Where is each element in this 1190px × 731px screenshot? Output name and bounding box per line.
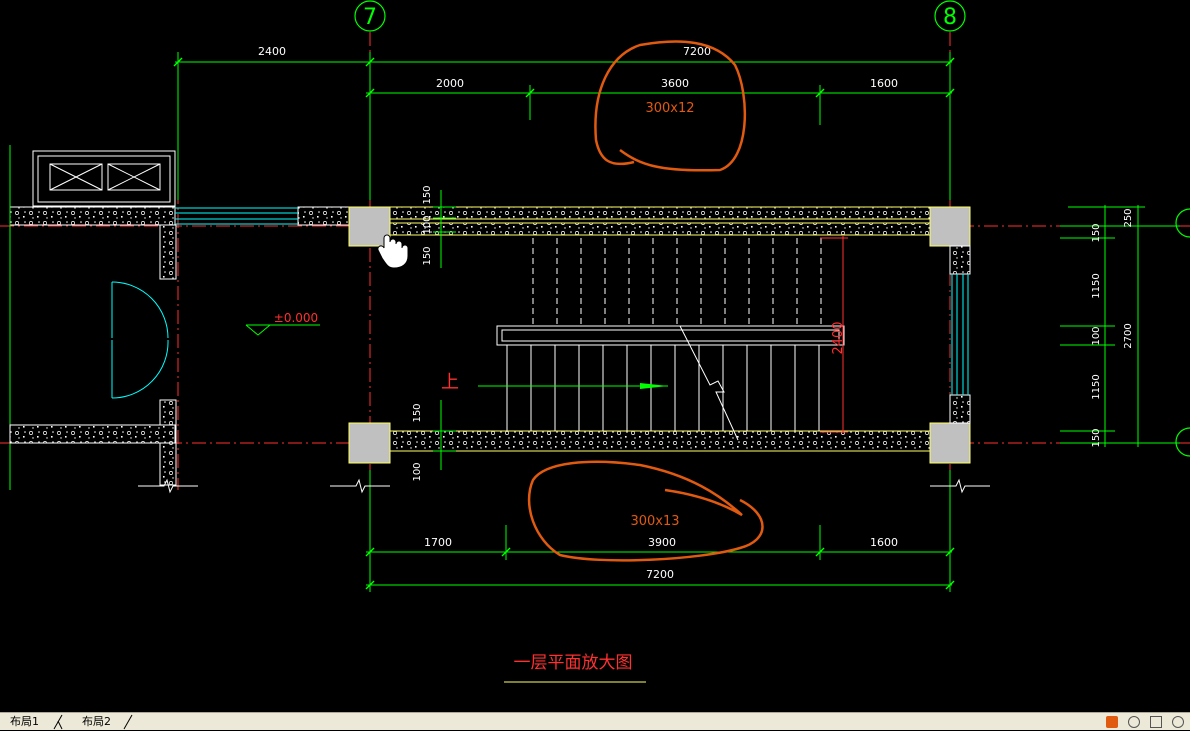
app-tray-icon[interactable] (1106, 716, 1118, 728)
wall-lower-main (389, 430, 931, 452)
tab-layout-1[interactable]: 布局1 (4, 714, 45, 730)
dim-top-seg3: 1600 (870, 77, 898, 90)
axis-bubble-right-top (1175, 208, 1190, 238)
keyboard-icon[interactable] (1150, 716, 1162, 728)
dim-top-seg2: 3600 (661, 77, 689, 90)
dim-right-e: 150 (1091, 428, 1102, 447)
elevation-marker-icon (245, 324, 272, 336)
dim-bottom-seg1: 1700 (424, 536, 452, 549)
layout-tab-bar: 布局1 布局2 (0, 712, 1190, 730)
up-label: 上 (441, 372, 459, 393)
axis-label-8: 8 (943, 5, 957, 30)
wall-right-stub-upper (949, 245, 971, 275)
wall-upper-mid (297, 206, 351, 226)
dim-bottom-seg3: 1600 (870, 536, 898, 549)
annotation-top-steps: 300x12 (645, 101, 694, 116)
dim-bottom-seg2: 3900 (648, 536, 676, 549)
axis-bubble-right-bottom (1175, 427, 1190, 457)
elevation-label: ±0.000 (274, 311, 318, 325)
dim-right-b: 1150 (1091, 273, 1102, 298)
dim-left-span: 2400 (258, 45, 286, 58)
drawing-title: 一层平面放大图 (514, 653, 633, 673)
top-dim-ticks (173, 57, 955, 98)
tab-separator-icon (123, 714, 133, 730)
dim-top-seg1: 2000 (436, 77, 464, 90)
stair-treads-upper (532, 238, 822, 326)
dim-bottom-overall: 7200 (646, 568, 674, 581)
wall-thickness-dims (433, 190, 456, 470)
dim-wall-upper-150b: 150 (422, 246, 433, 265)
markup-circle-bottom (527, 460, 764, 562)
floor-plan-drawing: 7 8 2400 7200 2000 3600 1600 2400 上 ±0.0… (0, 0, 1190, 683)
stair-break-line (679, 325, 739, 441)
wall-lower-left (9, 424, 176, 444)
system-tray (1106, 715, 1184, 729)
dim-wall-upper-150: 150 (422, 185, 433, 204)
annotation-bottom-steps: 300x13 (630, 514, 679, 529)
double-door (111, 281, 169, 399)
tab-separator-icon (53, 714, 63, 730)
columns (348, 206, 971, 464)
equipment-box (32, 150, 176, 207)
dim-wall-lower-150: 150 (412, 403, 423, 422)
axis-bubble-8: 8 (934, 0, 966, 32)
dim-right-d: 1150 (1091, 374, 1102, 399)
wall-upper-left (9, 206, 176, 226)
stair-treads-lower (506, 345, 820, 431)
dim-wall-upper-100: 100 (422, 215, 433, 234)
dim-right-a: 150 (1091, 223, 1102, 242)
stair-handrail (496, 325, 845, 346)
break-symbols (138, 478, 990, 494)
tab-layout-2[interactable]: 布局2 (76, 714, 117, 730)
axis-label-7: 7 (363, 5, 377, 30)
wall-upper-main (389, 206, 931, 220)
axis-bubble-7: 7 (354, 0, 386, 32)
up-arrow-head (640, 383, 668, 389)
window-upper-left (175, 207, 298, 225)
dim-right-c: 100 (1091, 326, 1102, 345)
dim-right-top: 250 (1123, 208, 1134, 227)
drawing-canvas[interactable]: 7 8 2400 7200 2000 3600 1600 2400 上 ±0.0… (0, 0, 1190, 712)
right-dimension-lines (1060, 205, 1180, 447)
dim-right-overall: 2700 (1123, 323, 1134, 348)
dim-wall-lower-100: 100 (412, 462, 423, 481)
top-dimension-lines (175, 52, 952, 200)
stair-length-label: 2400 (831, 321, 846, 354)
settings-icon[interactable] (1172, 716, 1184, 728)
wall-left-stub-upper (159, 224, 177, 280)
window-right (951, 274, 969, 395)
wall-upper-inner (389, 222, 931, 236)
wall-right-stub-lower (949, 394, 971, 424)
search-icon[interactable] (1128, 716, 1140, 728)
